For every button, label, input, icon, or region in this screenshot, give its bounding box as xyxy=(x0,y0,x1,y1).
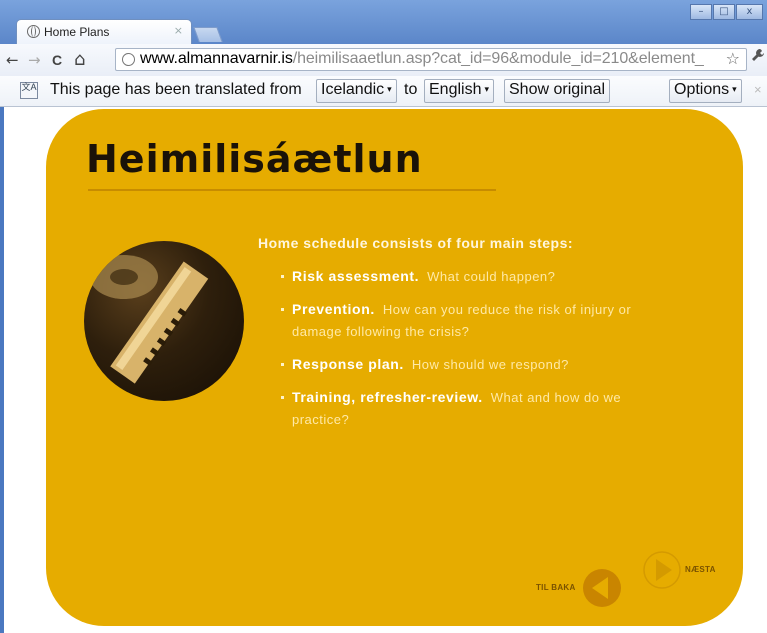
show-original-button[interactable]: Show original xyxy=(504,79,611,103)
to-text: to xyxy=(404,81,418,98)
page-globe-icon xyxy=(122,53,135,66)
step-title: Risk assessment. xyxy=(292,268,420,284)
translated-from-text: This page has been translated from xyxy=(50,81,302,98)
tab-close-icon[interactable]: × xyxy=(174,24,183,37)
new-tab-button[interactable] xyxy=(193,27,223,42)
page-title: Heimilisáætlun xyxy=(86,137,423,181)
next-label[interactable]: NÆSTA xyxy=(685,565,716,574)
wrench-menu-icon[interactable] xyxy=(751,48,765,68)
address-bar[interactable]: www.almannavarnir.is/heimilisaaetlun.asp… xyxy=(115,48,747,71)
step-question: What could happen? xyxy=(427,269,556,284)
window-left-border xyxy=(0,107,4,633)
title-underline xyxy=(88,189,496,191)
reload-icon[interactable]: C xyxy=(52,50,62,70)
globe-icon xyxy=(27,25,40,38)
to-language-select[interactable]: English ▾ xyxy=(424,79,495,103)
forward-arrow-icon[interactable]: → xyxy=(28,50,41,70)
intro-text: Home schedule consists of four main step… xyxy=(258,235,574,251)
back-arrow-icon[interactable]: ← xyxy=(6,50,19,70)
list-item: Response plan. How should we respond? xyxy=(278,353,678,376)
url-host: www.almannavarnir.is xyxy=(140,50,293,67)
navigation-toolbar: ← → C ⌂ www.almannavarnir.is/heimilisaae… xyxy=(0,44,767,77)
list-item: Training, refresher-review. What and how … xyxy=(278,386,678,431)
next-arrow-button-icon[interactable] xyxy=(642,550,682,590)
chevron-down-icon: ▾ xyxy=(484,84,490,95)
url-path: /heimilisaaetlun.asp?cat_id=96&module_id… xyxy=(292,50,704,67)
options-button[interactable]: Options ▾ xyxy=(669,79,742,103)
browser-window: Home Plans × – □ x ← → C ⌂ www.almannava… xyxy=(0,0,767,633)
tab-home-plans[interactable]: Home Plans × xyxy=(16,19,192,44)
url-text: www.almannavarnir.is/heimilisaaetlun.asp… xyxy=(140,50,704,68)
maximize-button[interactable]: □ xyxy=(713,4,735,20)
step-title: Response plan. xyxy=(292,356,404,372)
step-question: How should we respond? xyxy=(411,357,569,372)
steps-list: Risk assessment. What could happen? Preve… xyxy=(278,265,678,441)
close-window-button[interactable]: x xyxy=(736,4,763,20)
step-title: Prevention. xyxy=(292,301,375,317)
home-icon[interactable]: ⌂ xyxy=(74,50,85,70)
bookmark-star-icon[interactable]: ☆ xyxy=(726,49,740,68)
page-content: Heimilisáætlun Home schedule consists of… xyxy=(0,107,767,633)
list-item: Risk assessment. What could happen? xyxy=(278,265,678,288)
translate-icon: 文A xyxy=(20,82,38,99)
list-item: Prevention. How can you reduce the risk o… xyxy=(278,298,678,343)
options-label: Options xyxy=(674,81,730,98)
minimize-button[interactable]: – xyxy=(690,4,712,20)
from-language-select[interactable]: Icelandic ▾ xyxy=(316,79,397,103)
chevron-down-icon: ▾ xyxy=(387,84,392,95)
close-translate-bar-icon[interactable]: × xyxy=(754,82,762,97)
step-title: Training, refresher-review. xyxy=(292,389,483,405)
key-photo xyxy=(84,241,244,401)
to-language-value: English xyxy=(429,81,482,98)
chevron-down-icon: ▾ xyxy=(732,84,737,95)
back-label[interactable]: TIL BAKA xyxy=(536,583,576,592)
from-language-value: Icelandic xyxy=(321,81,385,98)
translate-bar: 文A This page has been translated from Ic… xyxy=(0,76,767,107)
back-arrow-button-icon[interactable] xyxy=(582,568,622,608)
tab-title: Home Plans xyxy=(44,25,110,39)
title-bar: Home Plans × – □ x xyxy=(0,0,767,44)
